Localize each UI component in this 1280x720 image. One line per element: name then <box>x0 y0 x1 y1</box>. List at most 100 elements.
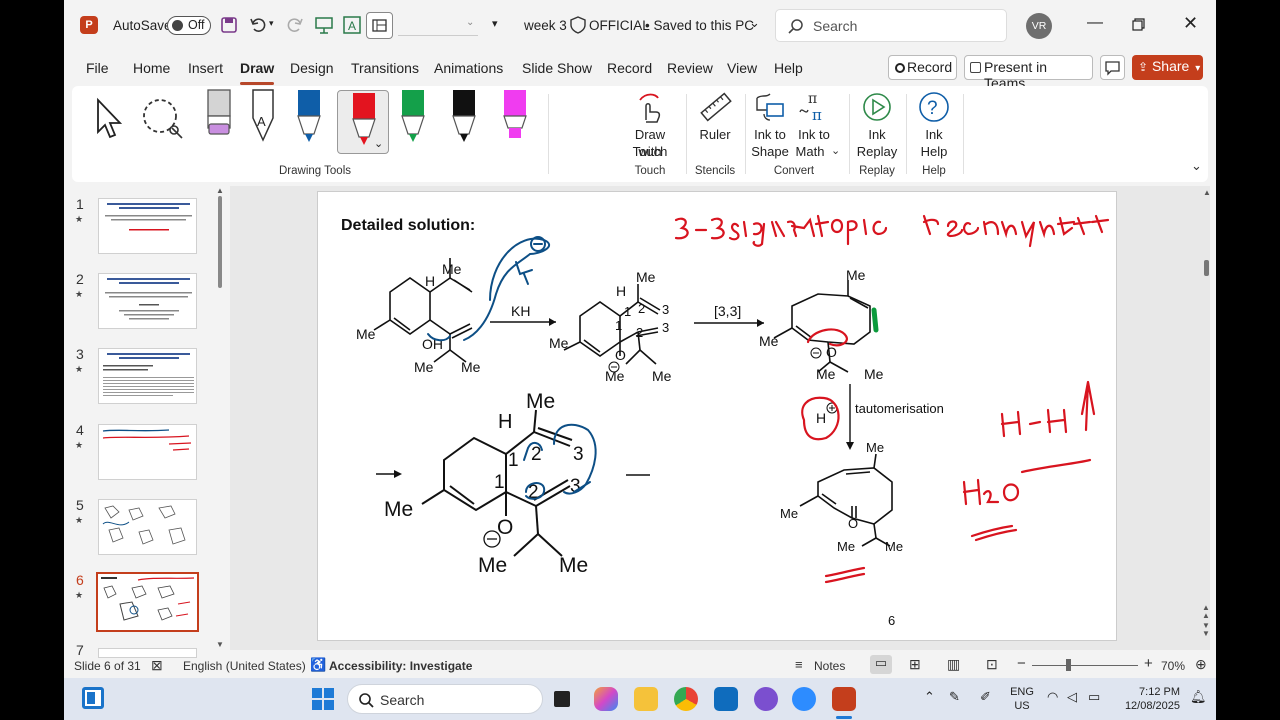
ink-replay-icon[interactable] <box>860 90 894 124</box>
blue-pen-icon[interactable] <box>294 88 324 144</box>
fit-to-window-icon[interactable]: ⊕ <box>1195 656 1207 673</box>
outlook-icon[interactable] <box>714 687 738 711</box>
black-pen-icon[interactable] <box>449 88 479 144</box>
task-view-icon[interactable] <box>554 691 570 707</box>
clock-date[interactable]: 12/08/2025 <box>1116 699 1180 713</box>
sensitivity-label[interactable]: OFFICIAL <box>589 18 650 33</box>
ink-to-math-label-1[interactable]: Ink to <box>792 126 836 143</box>
show-hidden-icons-icon[interactable]: ⌃ <box>924 690 935 704</box>
next-slide-icon[interactable]: ▼ ▼ <box>1202 622 1210 638</box>
search-box[interactable]: Search <box>775 9 1007 42</box>
restore-icon[interactable] <box>1132 18 1145 31</box>
font-dropdown-chevron-icon[interactable]: ⌄ <box>466 17 474 28</box>
tab-record[interactable]: Record <box>607 60 652 76</box>
accessibility-status[interactable]: Accessibility: Investigate <box>329 659 472 673</box>
tab-view[interactable]: View <box>727 60 757 76</box>
powerpoint-taskbar-icon[interactable] <box>832 687 856 711</box>
pen-menu-icon[interactable]: ✐ <box>980 690 991 704</box>
tab-draw[interactable]: Draw <box>240 60 274 76</box>
slide-sorter-icon[interactable]: ⊞ <box>909 656 921 673</box>
ink-help-label-2[interactable]: Help <box>912 143 956 160</box>
chrome-icon[interactable] <box>674 687 698 711</box>
zoom-level[interactable]: 70% <box>1161 659 1185 673</box>
slide-thumbnail-6[interactable] <box>96 572 199 632</box>
pink-highlighter-icon[interactable] <box>500 88 530 144</box>
zoom-slider-thumb[interactable] <box>1066 659 1071 671</box>
tab-slide-show[interactable]: Slide Show <box>522 60 592 76</box>
slide-thumbnail-2[interactable] <box>98 273 197 329</box>
slide-show-view-icon[interactable]: ⊡ <box>986 656 998 673</box>
file-explorer-icon[interactable] <box>634 687 658 711</box>
language-status[interactable]: English (United States) <box>183 659 306 673</box>
notes-button[interactable]: Notes <box>814 659 845 673</box>
red-pen-selected-frame[interactable]: ⌄ <box>337 90 389 154</box>
ink-to-math-chevron-icon[interactable]: ⌄ <box>831 144 840 157</box>
pen-options-chevron-icon[interactable]: ⌄ <box>374 137 383 150</box>
slide-heading[interactable]: Detailed solution: <box>341 217 475 235</box>
tab-help[interactable]: Help <box>774 60 803 76</box>
avatar[interactable]: VR <box>1026 13 1052 39</box>
thumbnails-scrollbar[interactable] <box>218 196 222 288</box>
select-pointer-icon[interactable] <box>90 94 126 142</box>
volume-icon[interactable]: ◁ <box>1067 690 1077 704</box>
ink-to-math-icon[interactable]: ππ <box>798 90 832 124</box>
slide-thumbnail-1[interactable] <box>98 198 197 254</box>
draw-with-touch-label-2[interactable]: Touch <box>622 143 678 160</box>
zoom-icon[interactable] <box>792 687 816 711</box>
text-box-icon[interactable]: A <box>343 16 361 34</box>
present-icon[interactable] <box>315 16 333 34</box>
share-button[interactable]: ⇪ Share ▾ <box>1132 55 1203 80</box>
tab-file[interactable]: File <box>86 60 109 76</box>
zoom-slider[interactable] <box>1032 659 1138 671</box>
ruler-icon[interactable] <box>698 90 732 124</box>
notification-bell-icon[interactable]: 🔔︎ <box>1190 690 1207 704</box>
ink-to-shape-label-2[interactable]: Shape <box>748 143 792 160</box>
language-indicator-1[interactable]: ENG <box>1010 685 1034 699</box>
ink-help-label-1[interactable]: Ink <box>912 126 956 143</box>
tab-transitions[interactable]: Transitions <box>351 60 419 76</box>
copilot-icon[interactable] <box>594 687 618 711</box>
slide-scroll-up-icon[interactable]: ▲ <box>1203 188 1211 197</box>
notes-icon[interactable]: ≡ <box>795 657 803 672</box>
reading-view-icon[interactable]: ▥ <box>947 656 960 673</box>
draw-with-touch-icon[interactable] <box>634 90 664 124</box>
slide-thumbnail-3[interactable] <box>98 348 197 404</box>
ruler-label[interactable]: Ruler <box>693 126 737 143</box>
windows-start-icon[interactable] <box>312 688 334 710</box>
ink-replay-label-1[interactable]: Ink <box>855 126 899 143</box>
language-indicator-2[interactable]: US <box>1010 699 1034 713</box>
title-chevron-down-icon[interactable]: ⌄ <box>749 15 760 31</box>
document-title[interactable]: week 3 <box>524 18 567 33</box>
tab-review[interactable]: Review <box>667 60 713 76</box>
pen-tray-icon[interactable]: ✎ <box>949 690 960 704</box>
customize-toolbar-icon[interactable]: ▾ <box>492 17 498 30</box>
clock-time[interactable]: 7:12 PM <box>1128 685 1180 699</box>
undo-dropdown-icon[interactable]: ▾ <box>269 18 274 29</box>
zoom-in-icon[interactable]: + <box>1144 655 1153 672</box>
ink-to-shape-icon[interactable] <box>754 90 786 124</box>
lasso-select-icon[interactable] <box>138 94 186 142</box>
present-in-teams-button[interactable]: Present in Teams <box>964 55 1093 91</box>
action-pen-icon[interactable]: A <box>248 88 278 144</box>
tab-design[interactable]: Design <box>290 60 334 76</box>
slide-thumbnail-4[interactable] <box>98 424 197 480</box>
taskbar-search[interactable]: Search <box>347 684 543 714</box>
battery-icon[interactable]: ▭ <box>1088 690 1100 704</box>
spell-check-icon[interactable]: ⊠ <box>151 657 163 674</box>
wifi-icon[interactable]: ◠ <box>1047 690 1058 704</box>
accessibility-icon[interactable]: ♿ <box>310 657 326 673</box>
zoom-out-icon[interactable]: − <box>1017 655 1026 672</box>
close-icon[interactable]: ✕ <box>1183 13 1198 34</box>
undo-icon[interactable] <box>249 16 267 34</box>
normal-view-icon[interactable]: ▭ <box>870 655 892 674</box>
green-pen-icon[interactable] <box>398 88 428 144</box>
tab-home[interactable]: Home <box>133 60 170 76</box>
redo-icon[interactable] <box>286 16 304 34</box>
thumbnails-scroll-down-icon[interactable]: ▼ <box>216 640 224 649</box>
save-icon[interactable] <box>221 17 237 33</box>
autosave-toggle[interactable]: Off <box>167 16 211 35</box>
slide-canvas[interactable]: Detailed solution: Me H Me OH Me Me KH M… <box>317 191 1117 641</box>
tab-animations[interactable]: Animations <box>434 60 503 76</box>
ink-help-icon[interactable]: ? <box>917 90 951 124</box>
ink-replay-label-2[interactable]: Replay <box>853 143 901 160</box>
